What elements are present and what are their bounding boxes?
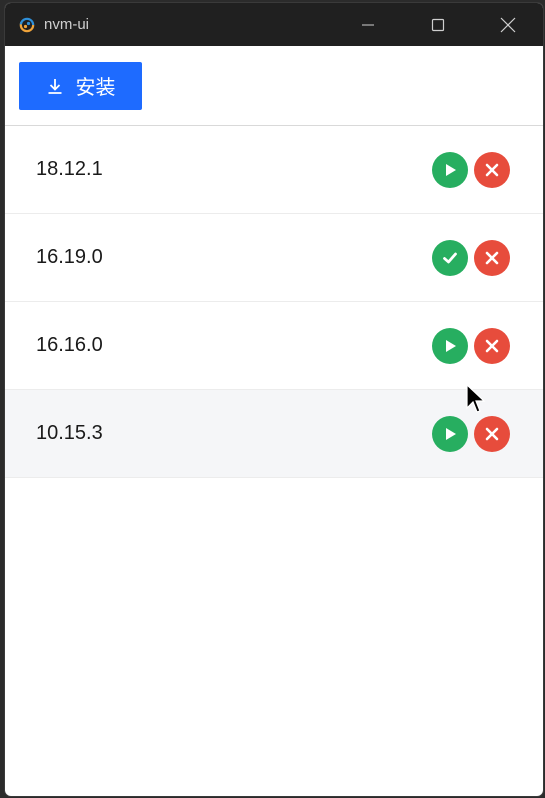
app-logo-icon (19, 17, 35, 32)
minimize-button[interactable] (333, 3, 403, 46)
install-button-label: 安装 (75, 77, 116, 99)
toolbar: 安装 (5, 46, 543, 126)
uninstall-version-button[interactable] (474, 151, 510, 188)
maximize-icon (431, 18, 445, 31)
use-version-button[interactable] (432, 151, 468, 188)
close-icon (485, 163, 499, 176)
use-version-button[interactable] (432, 327, 468, 364)
window-title: nvm-ui (44, 16, 90, 33)
minimize-icon (362, 24, 374, 25)
download-icon (48, 78, 61, 94)
version-label: 10.15.3 (36, 422, 103, 444)
version-row: 16.19.0 (5, 214, 543, 302)
app-window: nvm-ui 安装 18.12.1 16.19.0 16.16.0 10.15.… (5, 3, 543, 796)
play-icon (446, 163, 456, 176)
close-icon (485, 339, 499, 352)
row-actions (432, 327, 510, 364)
close-window-icon (500, 17, 516, 32)
play-icon (446, 339, 456, 352)
title-bar[interactable]: nvm-ui (5, 3, 543, 46)
uninstall-version-button[interactable] (474, 239, 510, 276)
version-row: 10.15.3 (5, 390, 543, 478)
row-actions (432, 239, 510, 276)
check-icon (443, 252, 457, 263)
uninstall-version-button[interactable] (474, 415, 510, 452)
version-row: 16.16.0 (5, 302, 543, 390)
install-button[interactable]: 安装 (19, 61, 142, 110)
version-list: 18.12.1 16.19.0 16.16.0 10.15.3 (5, 126, 543, 478)
version-label: 16.19.0 (36, 246, 103, 268)
maximize-button[interactable] (403, 3, 473, 46)
close-icon (485, 427, 499, 440)
version-row: 18.12.1 (5, 126, 543, 214)
play-icon (446, 427, 456, 440)
version-label: 18.12.1 (36, 158, 103, 180)
version-label: 16.16.0 (36, 334, 103, 356)
active-version-button[interactable] (432, 239, 468, 276)
window-controls (333, 3, 543, 46)
row-actions (432, 415, 510, 452)
close-window-button[interactable] (473, 3, 543, 46)
row-actions (432, 151, 510, 188)
close-icon (485, 251, 499, 264)
uninstall-version-button[interactable] (474, 327, 510, 364)
use-version-button[interactable] (432, 415, 468, 452)
